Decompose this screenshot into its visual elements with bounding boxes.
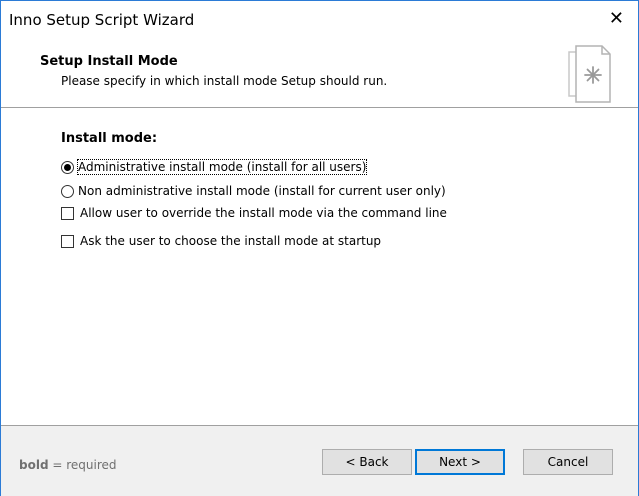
wizard-window: Inno Setup Script Wizard ✕ Setup Install… [0,0,639,496]
required-note: bold = required [19,458,117,472]
required-note-bold: bold [19,458,49,472]
admin-install-label[interactable]: Administrative install mode (install for… [76,159,368,175]
page-description: Please specify in which install mode Set… [61,74,388,88]
install-mode-label: Install mode: [61,131,158,146]
close-icon[interactable]: ✕ [609,9,624,29]
window-title: Inno Setup Script Wizard [9,11,195,29]
page-title: Setup Install Mode [40,54,178,69]
checkbox-icon[interactable] [61,206,74,220]
next-button[interactable]: Next > [415,449,505,475]
cancel-button[interactable]: Cancel [523,449,613,475]
non-admin-install-radio[interactable]: Non administrative install mode (install… [61,182,446,200]
wizard-header: Setup Install Mode Please specify in whi… [1,39,638,108]
title-bar: Inno Setup Script Wizard ✕ [1,1,638,39]
ask-at-startup-label[interactable]: Ask the user to choose the install mode … [80,234,381,248]
non-admin-install-label[interactable]: Non administrative install mode (install… [78,184,446,198]
radio-unselected-icon[interactable] [61,184,74,198]
checkbox-icon[interactable] [61,234,74,248]
back-button[interactable]: < Back [322,449,412,475]
allow-override-label[interactable]: Allow user to override the install mode … [80,206,447,220]
wizard-footer: bold = required < Back Next > Cancel [1,425,638,496]
wizard-content: Install mode: Administrative install mod… [1,108,638,425]
admin-install-radio[interactable]: Administrative install mode (install for… [61,158,368,176]
document-asterisk-icon [568,45,611,103]
allow-override-checkbox[interactable]: Allow user to override the install mode … [61,204,447,222]
ask-at-startup-checkbox[interactable]: Ask the user to choose the install mode … [61,232,381,250]
required-note-text: = required [48,458,117,472]
radio-selected-icon[interactable] [61,160,74,174]
